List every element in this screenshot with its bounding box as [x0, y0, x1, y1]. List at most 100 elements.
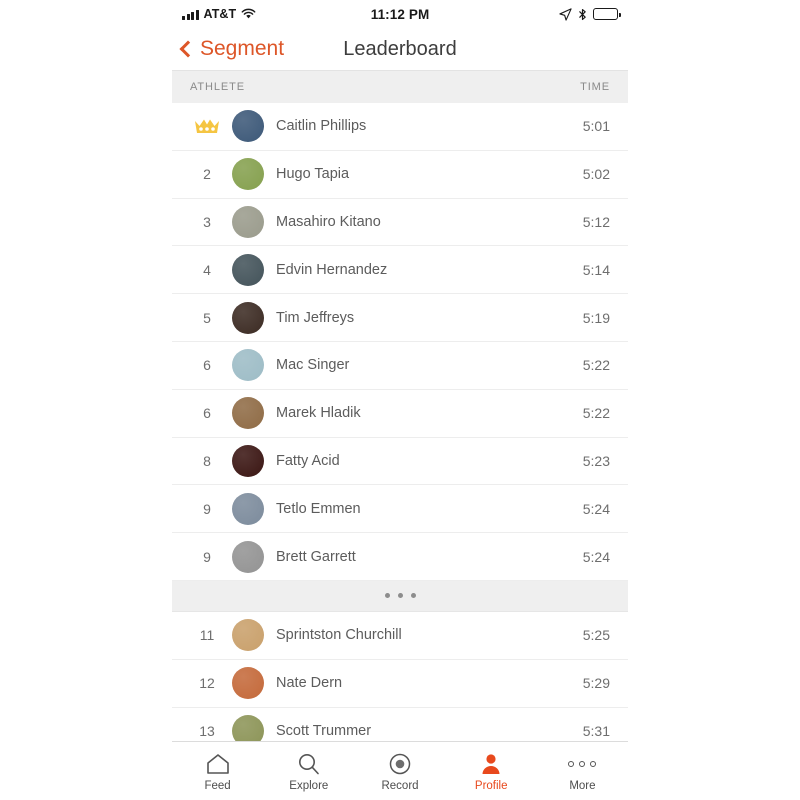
- rank-number: 2: [203, 166, 211, 183]
- avatar[interactable]: [232, 301, 264, 334]
- leaderboard-row[interactable]: Caitlin Phillips 5:01: [172, 103, 628, 151]
- avatar[interactable]: [232, 110, 264, 143]
- status-bar-clock: 11:12 PM: [370, 6, 430, 22]
- tab-label: More: [569, 779, 596, 792]
- leaderboard-row[interactable]: 9 Tetlo Emmen 5:24: [172, 485, 628, 534]
- rank-number: 3: [203, 213, 211, 230]
- athlete-time: 5:31: [582, 722, 610, 739]
- athlete-name[interactable]: Nate Dern: [276, 675, 583, 691]
- athlete-time: 5:14: [582, 261, 610, 278]
- tab-record[interactable]: Record: [354, 742, 445, 800]
- table-header: ATHLETE TIME: [172, 70, 628, 103]
- leaderboard-row[interactable]: 3 Masahiro Kitano 5:12: [172, 198, 628, 247]
- bluetooth-icon: [579, 8, 586, 20]
- status-bar-right: [429, 7, 621, 21]
- ellipsis-dot: [410, 593, 416, 599]
- avatar[interactable]: [232, 205, 264, 238]
- leaderboard-row[interactable]: 5 Tim Jeffreys 5:19: [172, 294, 628, 342]
- list-separator-ellipsis[interactable]: [172, 580, 628, 612]
- athlete-time: 5:01: [582, 118, 610, 135]
- tab-profile[interactable]: Profile: [446, 742, 537, 800]
- record-icon: [389, 753, 411, 774]
- navigation-bar: Segment Leaderboard: [172, 28, 628, 70]
- person-icon: [482, 753, 500, 774]
- avatar[interactable]: [232, 492, 264, 525]
- search-icon: [298, 753, 319, 774]
- avatar[interactable]: [232, 444, 264, 477]
- athlete-time: 5:19: [582, 309, 610, 326]
- avatar[interactable]: [232, 349, 264, 382]
- leaderboard-row[interactable]: 2 Hugo Tapia 5:02: [172, 150, 628, 199]
- tab-bar: Feed Explore Record Profile More: [172, 741, 628, 800]
- chevron-left-icon: [179, 40, 197, 57]
- leaderboard-row[interactable]: 6 Mac Singer 5:22: [172, 341, 628, 390]
- tab-more[interactable]: More: [537, 742, 628, 800]
- column-header-time: TIME: [580, 81, 610, 93]
- leaderboard-row[interactable]: 11 Sprintston Churchill 5:25: [172, 611, 628, 660]
- athlete-time: 5:22: [582, 405, 610, 422]
- more-dots-icon: [568, 760, 597, 767]
- athlete-name[interactable]: Hugo Tapia: [276, 166, 583, 182]
- status-bar-left: AT&T: [182, 7, 371, 21]
- signal-bars-icon: [182, 9, 199, 20]
- rank-number: 8: [203, 452, 211, 469]
- leaderboard-row[interactable]: 12 Nate Dern 5:29: [172, 659, 628, 708]
- athlete-name[interactable]: Fatty Acid: [276, 453, 583, 469]
- tab-feed[interactable]: Feed: [172, 742, 263, 800]
- avatar[interactable]: [232, 667, 264, 700]
- avatar[interactable]: [232, 253, 264, 286]
- back-button[interactable]: Segment: [179, 37, 285, 61]
- home-icon: [206, 753, 229, 774]
- avatar[interactable]: [232, 158, 264, 191]
- athlete-name[interactable]: Brett Garrett: [276, 549, 583, 565]
- athlete-name[interactable]: Tim Jeffreys: [276, 310, 583, 326]
- person-icon-wrap: [478, 751, 504, 777]
- record-icon-wrap: [387, 751, 413, 777]
- athlete-name[interactable]: Sprintston Churchill: [276, 627, 583, 643]
- athlete-name[interactable]: Scott Trummer: [276, 723, 583, 739]
- leaderboard-row[interactable]: 9 Brett Garrett 5:24: [172, 533, 628, 581]
- ellipsis-dot: [397, 593, 403, 599]
- rank-number: 9: [203, 500, 211, 517]
- rank-number: 6: [203, 405, 211, 422]
- athlete-time: 5:25: [582, 627, 610, 644]
- athlete-time: 5:24: [582, 548, 610, 565]
- status-bar: AT&T 11:12 PM: [172, 0, 628, 28]
- athlete-name[interactable]: Mac Singer: [276, 357, 583, 373]
- athlete-time: 5:24: [582, 500, 610, 517]
- athlete-name[interactable]: Masahiro Kitano: [276, 214, 583, 230]
- leaderboard-list[interactable]: Caitlin Phillips 5:01 2 Hugo Tapia 5:02 3 Masa…: [172, 103, 628, 741]
- athlete-name[interactable]: Edvin Hernandez: [276, 262, 583, 278]
- battery-icon: [593, 8, 621, 20]
- back-button-label: Segment: [200, 37, 285, 60]
- avatar[interactable]: [232, 619, 264, 652]
- athlete-name[interactable]: Tetlo Emmen: [276, 501, 583, 517]
- home-icon-wrap: [205, 751, 231, 777]
- rank-number: 4: [203, 261, 211, 278]
- athlete-time: 5:02: [582, 166, 610, 183]
- column-header-athlete: ATHLETE: [190, 81, 245, 93]
- athlete-time: 5:12: [582, 213, 610, 230]
- athlete-time: 5:23: [582, 452, 610, 469]
- avatar[interactable]: [232, 540, 264, 573]
- athlete-time: 5:29: [582, 675, 610, 692]
- avatar[interactable]: [232, 397, 264, 430]
- leaderboard-row[interactable]: 4 Edvin Hernandez 5:14: [172, 246, 628, 295]
- avatar[interactable]: [232, 714, 264, 741]
- ellipsis-dot: [384, 593, 390, 599]
- more-dots-icon-wrap: [568, 751, 597, 777]
- rank-number: 12: [199, 675, 215, 692]
- location-arrow-icon: [559, 7, 572, 21]
- leaderboard-row[interactable]: 6 Marek Hladik 5:22: [172, 389, 628, 438]
- carrier-label: AT&T: [203, 7, 237, 21]
- more-dot: [568, 760, 575, 767]
- tab-label: Profile: [474, 779, 508, 792]
- rank-number: 5: [203, 309, 211, 326]
- leaderboard-row[interactable]: 13 Scott Trummer 5:31: [172, 707, 628, 741]
- leaderboard-row[interactable]: 8 Fatty Acid 5:23: [172, 437, 628, 486]
- athlete-name[interactable]: Caitlin Phillips: [276, 118, 583, 134]
- crown-icon: [195, 119, 219, 134]
- athlete-time: 5:22: [582, 357, 610, 374]
- tab-explore[interactable]: Explore: [263, 742, 354, 800]
- athlete-name[interactable]: Marek Hladik: [276, 405, 583, 421]
